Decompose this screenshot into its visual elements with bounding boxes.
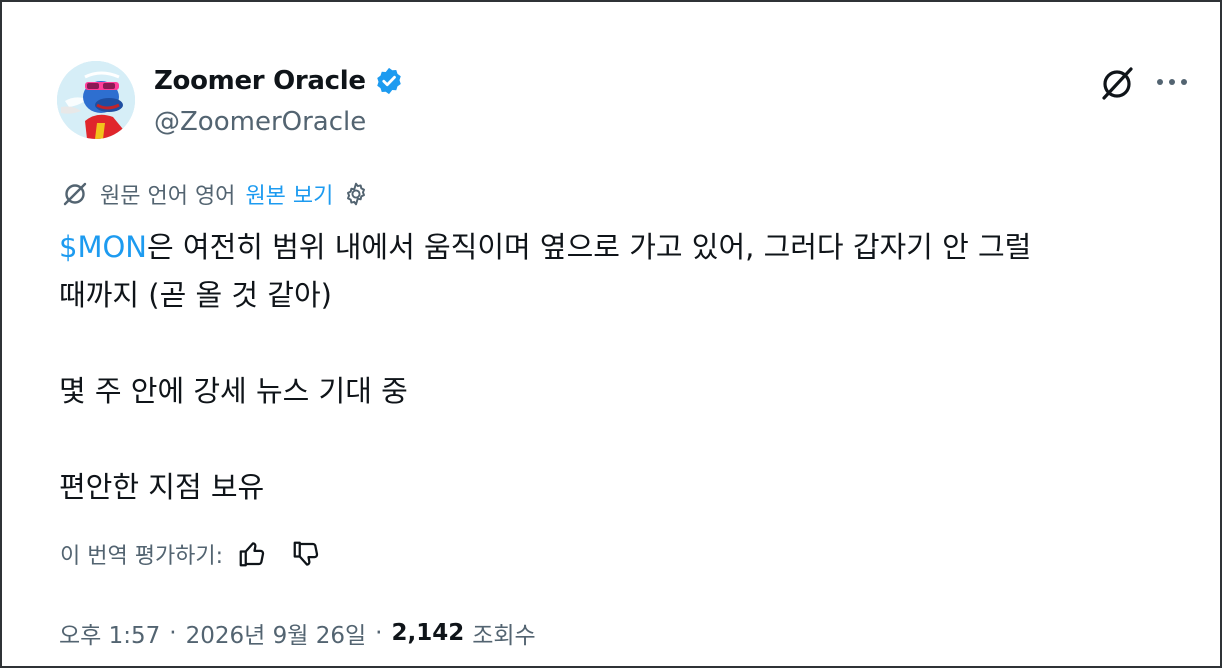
grok-icon (1102, 67, 1133, 100)
tweet-text: $MON은 여전히 범위 내에서 움직이며 옆으로 가고 있어, 그러다 갑자기… (59, 223, 1189, 511)
views-count: 2,142 (391, 620, 465, 646)
translate-grok-icon (63, 182, 87, 206)
author-name-row: Zoomer Oracle (154, 66, 404, 96)
rate-translation-label: 이 번역 평가하기: (60, 544, 224, 569)
show-original-link[interactable]: 원본 보기 (245, 178, 333, 210)
thumbs-up-icon[interactable] (237, 539, 267, 569)
translation-notice: 원문 언어 영어 (100, 184, 236, 209)
tweet-date[interactable]: 2026년 9월 26일 (186, 616, 367, 650)
translation-bar: 원문 언어 영어 원본 보기 (62, 178, 369, 210)
more-options-button[interactable] (1152, 67, 1192, 97)
gear-icon[interactable] (343, 181, 369, 207)
author-display-name[interactable]: Zoomer Oracle (154, 66, 366, 96)
tweet-line-2: 때까지 (곧 올 것 같아) (59, 278, 332, 312)
author-handle[interactable]: @ZoomerOracle (154, 107, 366, 137)
tweet-paragraph-3: 편안한 지점 보유 (59, 470, 265, 504)
tweet-meta-row: 오후 1:57 · 2026년 9월 26일 · 2,142 조회수 (59, 616, 536, 650)
tweet-paragraph-2: 몇 주 안에 강세 뉴스 기대 중 (59, 374, 408, 408)
grok-button[interactable] (1098, 65, 1136, 103)
tweet-time[interactable]: 오후 1:57 (59, 616, 160, 650)
author-avatar[interactable] (57, 61, 135, 139)
views-label: 조회수 (472, 623, 536, 649)
avatar-cartoon-frog-icon (57, 61, 135, 139)
tweet-line-1-text: 은 여전히 범위 내에서 움직이며 옆으로 가고 있어, 그러다 갑자기 안 그… (147, 230, 1032, 264)
meta-separator: · (375, 620, 383, 646)
meta-separator: · (169, 620, 177, 646)
cashtag-link[interactable]: $MON (59, 230, 147, 264)
thumbs-down-icon[interactable] (291, 539, 321, 569)
tweet-line-1: $MON은 여전히 범위 내에서 움직이며 옆으로 가고 있어, 그러다 갑자기… (59, 223, 1189, 271)
tweet-card: Zoomer Oracle @ZoomerOracle 원문 언어 영어 원본 … (0, 0, 1222, 668)
more-dots-icon (1157, 79, 1187, 85)
verified-badge-icon[interactable] (374, 66, 404, 96)
rate-translation-row: 이 번역 평가하기: (60, 538, 321, 570)
